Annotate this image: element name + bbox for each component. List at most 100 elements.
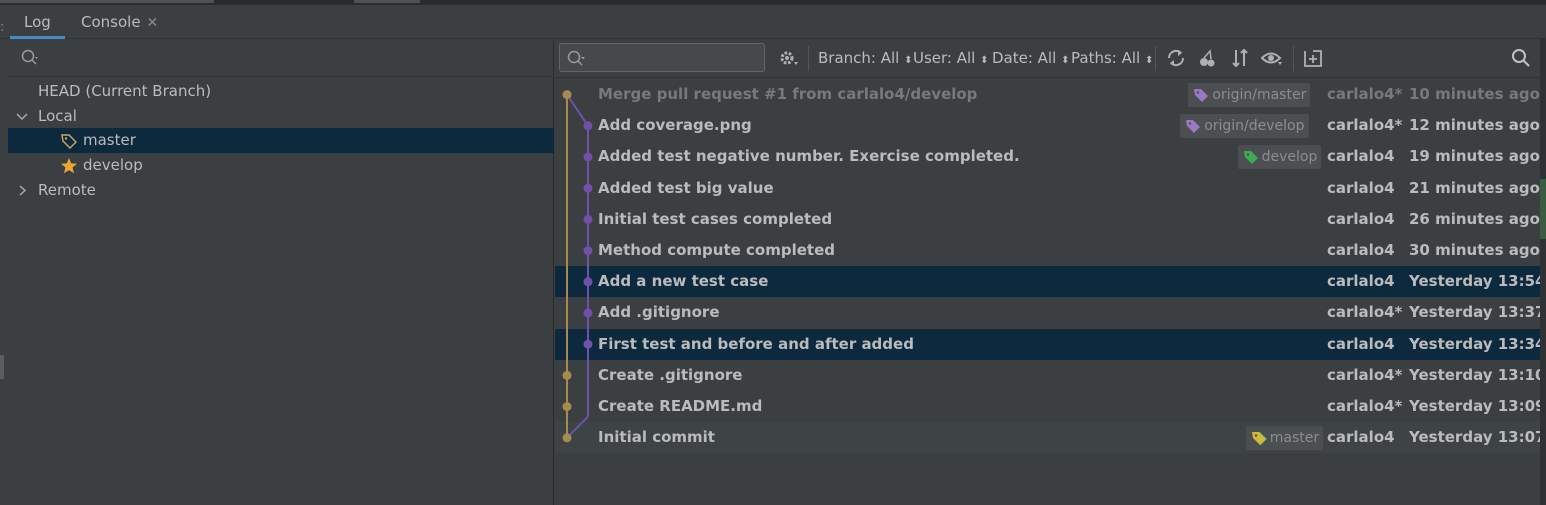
commit-row[interactable]: First test and before and after added car…: [555, 328, 1546, 360]
commit-message: Merge pull request #1 from carlalo4/deve…: [598, 85, 978, 103]
gear-icon[interactable]: [777, 47, 799, 69]
commit-date: Yesterday 13:07: [1409, 428, 1546, 447]
sort-icon[interactable]: [1229, 47, 1251, 69]
date-filter-label: Date: All: [992, 49, 1057, 67]
tree-item-local[interactable]: Local: [8, 104, 554, 129]
commit-message: Add .gitignore: [598, 303, 720, 322]
dropdown-icon: ⬍: [1144, 55, 1154, 66]
commit-message: Method compute completed: [598, 241, 835, 259]
commit-date: Yesterday 13:37: [1409, 303, 1546, 322]
tree-item-head[interactable]: HEAD (Current Branch): [8, 79, 554, 104]
commit-date: Yesterday 13:54: [1409, 272, 1546, 291]
panel-resize-handle[interactable]: [0, 355, 4, 379]
ref-label[interactable]: develop: [1237, 145, 1322, 170]
tree-item-remote[interactable]: Remote: [8, 178, 554, 203]
tree-item-develop-label: develop: [83, 156, 143, 174]
close-icon[interactable]: ✕: [147, 15, 159, 31]
toolbar-separator: [1293, 46, 1294, 71]
commit-row[interactable]: Add coverage.png origin/develop carlalo4* 1…: [555, 110, 1546, 141]
scrollbar-thumb[interactable]: [1540, 179, 1546, 239]
branch-filter[interactable]: Branch: All ⬍: [818, 39, 913, 78]
commit-date: 12 minutes ago: [1409, 116, 1540, 135]
commit-author: carlalo4*: [1327, 365, 1403, 384]
ref-label[interactable]: master: [1245, 426, 1324, 451]
commit-row[interactable]: Add .gitignore carlalo4* Yesterday 13:37: [555, 297, 1546, 328]
commit-message: Create README.md: [598, 397, 763, 415]
branches-panel: HEAD (Current Branch) Local master devel…: [8, 39, 554, 505]
search-icon[interactable]: [1510, 47, 1532, 69]
toolbar-separator: [808, 46, 809, 71]
commit-row[interactable]: Added test big value carlalo4 21 minutes a…: [555, 173, 1546, 204]
tree-item-local-label: Local: [38, 107, 77, 125]
ref-label-text: develop: [1261, 149, 1318, 166]
ref-label[interactable]: origin/master: [1188, 83, 1311, 107]
date-filter[interactable]: Date: All ⬍: [992, 39, 1069, 78]
chevron-right-icon[interactable]: [15, 178, 29, 203]
commit-author: carlalo4: [1327, 147, 1395, 166]
tab-console[interactable]: Console ✕: [67, 5, 172, 39]
commit-author: carlalo4: [1327, 272, 1395, 291]
commit-row[interactable]: Added test negative number. Exercise com…: [555, 141, 1546, 172]
dropdown-icon: ⬍: [980, 55, 989, 66]
new-tab-icon[interactable]: [1302, 47, 1324, 69]
commit-date: Yesterday 13:09: [1409, 397, 1546, 415]
commit-row[interactable]: Initial test cases completed carlalo4 26 m…: [555, 204, 1546, 235]
tag-icon: [1243, 151, 1258, 165]
commit-row[interactable]: Initial commit master carlalo4 Yesterday 13…: [555, 422, 1546, 454]
search-icon: [567, 50, 585, 66]
commit-search-input[interactable]: [559, 43, 765, 72]
commit-row[interactable]: Merge pull request #1 from carlalo4/deve…: [555, 79, 1546, 110]
eye-icon[interactable]: [1261, 47, 1283, 69]
commit-author: carlalo4*: [1327, 397, 1403, 415]
commit-author: carlalo4: [1327, 209, 1395, 228]
user-filter[interactable]: User: All ⬍: [913, 39, 989, 78]
paths-filter[interactable]: Paths: All ⬍: [1071, 39, 1153, 78]
cherry-pick-icon[interactable]: [1197, 47, 1219, 69]
tree-item-develop[interactable]: develop: [8, 153, 554, 178]
tab-log[interactable]: Log: [10, 5, 65, 39]
tree-item-master[interactable]: master: [8, 128, 554, 153]
ref-label-text: origin/master: [1212, 87, 1307, 103]
commit-message: Add a new test case: [598, 272, 769, 291]
commit-author: carlalo4*: [1327, 116, 1403, 135]
toolbar-separator: [1155, 46, 1156, 71]
branch-search-field[interactable]: [8, 39, 554, 77]
ref-label-text: origin/develop: [1204, 118, 1305, 135]
commit-author: carlalo4: [1327, 241, 1395, 259]
commit-row[interactable]: Add a new test case carlalo4 Yesterday 13:…: [555, 266, 1546, 298]
tab-log-label: Log: [24, 13, 51, 31]
commit-list: Merge pull request #1 from carlalo4/deve…: [555, 78, 1546, 505]
ref-label[interactable]: origin/develop: [1180, 114, 1309, 139]
log-toolbar: Branch: All ⬍ User: All ⬍ Date: All ⬍ Pa…: [555, 39, 1546, 78]
commit-author: carlalo4*: [1327, 85, 1403, 103]
refresh-icon[interactable]: [1165, 47, 1187, 69]
commit-row[interactable]: Method compute completed carlalo4 30 minut…: [555, 235, 1546, 266]
commit-message: Initial test cases completed: [598, 209, 833, 228]
dropdown-icon: ⬍: [1061, 55, 1070, 66]
tree-item-head-label: HEAD (Current Branch): [38, 82, 212, 100]
commit-date: Yesterday 13:10: [1409, 365, 1546, 384]
tag-icon: [1194, 89, 1209, 102]
tree-item-master-label: master: [83, 131, 136, 149]
commit-author: carlalo4: [1327, 428, 1395, 447]
right-scrollbar[interactable]: [1540, 39, 1546, 505]
panel-edge-marker: :: [0, 20, 5, 35]
dropdown-icon: ⬍: [904, 55, 913, 66]
commit-author: carlalo4*: [1327, 303, 1403, 322]
tab-console-label: Console: [81, 13, 141, 31]
commit-message: Add coverage.png: [598, 116, 752, 135]
commit-row[interactable]: Create README.md carlalo4* Yesterday 13:09: [555, 391, 1546, 422]
top-tab-indicator-2: [354, 0, 420, 3]
commit-message: First test and before and after added: [598, 334, 914, 353]
commit-date: Yesterday 13:34: [1409, 334, 1546, 353]
commit-date: 26 minutes ago: [1409, 209, 1540, 228]
commit-date: 19 minutes ago: [1409, 147, 1540, 166]
chevron-down-icon[interactable]: [15, 104, 29, 129]
branch-filter-label: Branch: All: [818, 49, 900, 67]
search-icon: [21, 49, 38, 65]
commit-row[interactable]: Create .gitignore carlalo4* Yesterday 13:1…: [555, 360, 1546, 391]
commit-message: Added test big value: [598, 178, 774, 197]
ref-label-text: master: [1269, 430, 1320, 447]
tool-window-tabbar: : Log Console ✕: [0, 5, 1546, 39]
commit-date: 21 minutes ago: [1409, 178, 1540, 197]
